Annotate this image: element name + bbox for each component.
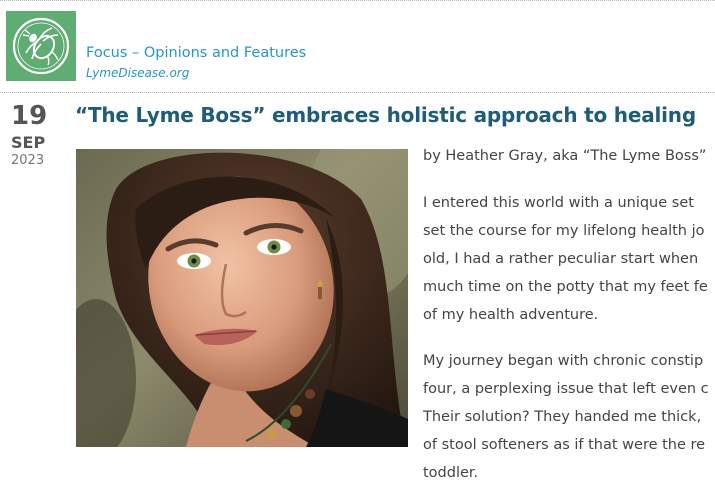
section-title-link[interactable]: Focus – Opinions and Features (86, 45, 306, 61)
paragraph-line: set the course for my lifelong health jo (423, 223, 705, 239)
paragraph-line: of my health adventure. (423, 307, 599, 323)
tick-logo-icon (12, 17, 70, 75)
paragraph-1: I entered this world with a unique set s… (423, 189, 715, 329)
paragraph-line: four, a perplexing issue that left even … (423, 381, 709, 397)
paragraph-line: Their solution? They handed me thick, (423, 409, 702, 425)
paragraph-line: My journey began with chronic constip (423, 353, 704, 369)
paragraph-2: My journey began with chronic constip fo… (423, 347, 715, 487)
top-divider (0, 0, 715, 1)
paragraph-line: much time on the potty that my feet fe (423, 279, 708, 295)
paragraph-line: old, I had a rather peculiar start when (423, 251, 699, 267)
site-name-link[interactable]: LymeDisease.org (86, 66, 189, 80)
post-date-day: 19 (11, 101, 48, 131)
paragraph-line: I entered this world with a unique set (423, 195, 694, 211)
post-date-year: 2023 (11, 153, 45, 168)
site-logo[interactable] (6, 11, 76, 81)
paragraph-line: of stool softeners as if that were the r… (423, 437, 706, 453)
portrait-photo (76, 149, 408, 447)
post-title-link[interactable]: “The Lyme Boss” embraces holistic approa… (75, 103, 696, 127)
post-date-month: SEP (11, 133, 46, 152)
paragraph-line: toddler. (423, 465, 479, 481)
post-byline: by Heather Gray, aka “The Lyme Boss” (423, 148, 707, 164)
header-divider (0, 92, 715, 93)
